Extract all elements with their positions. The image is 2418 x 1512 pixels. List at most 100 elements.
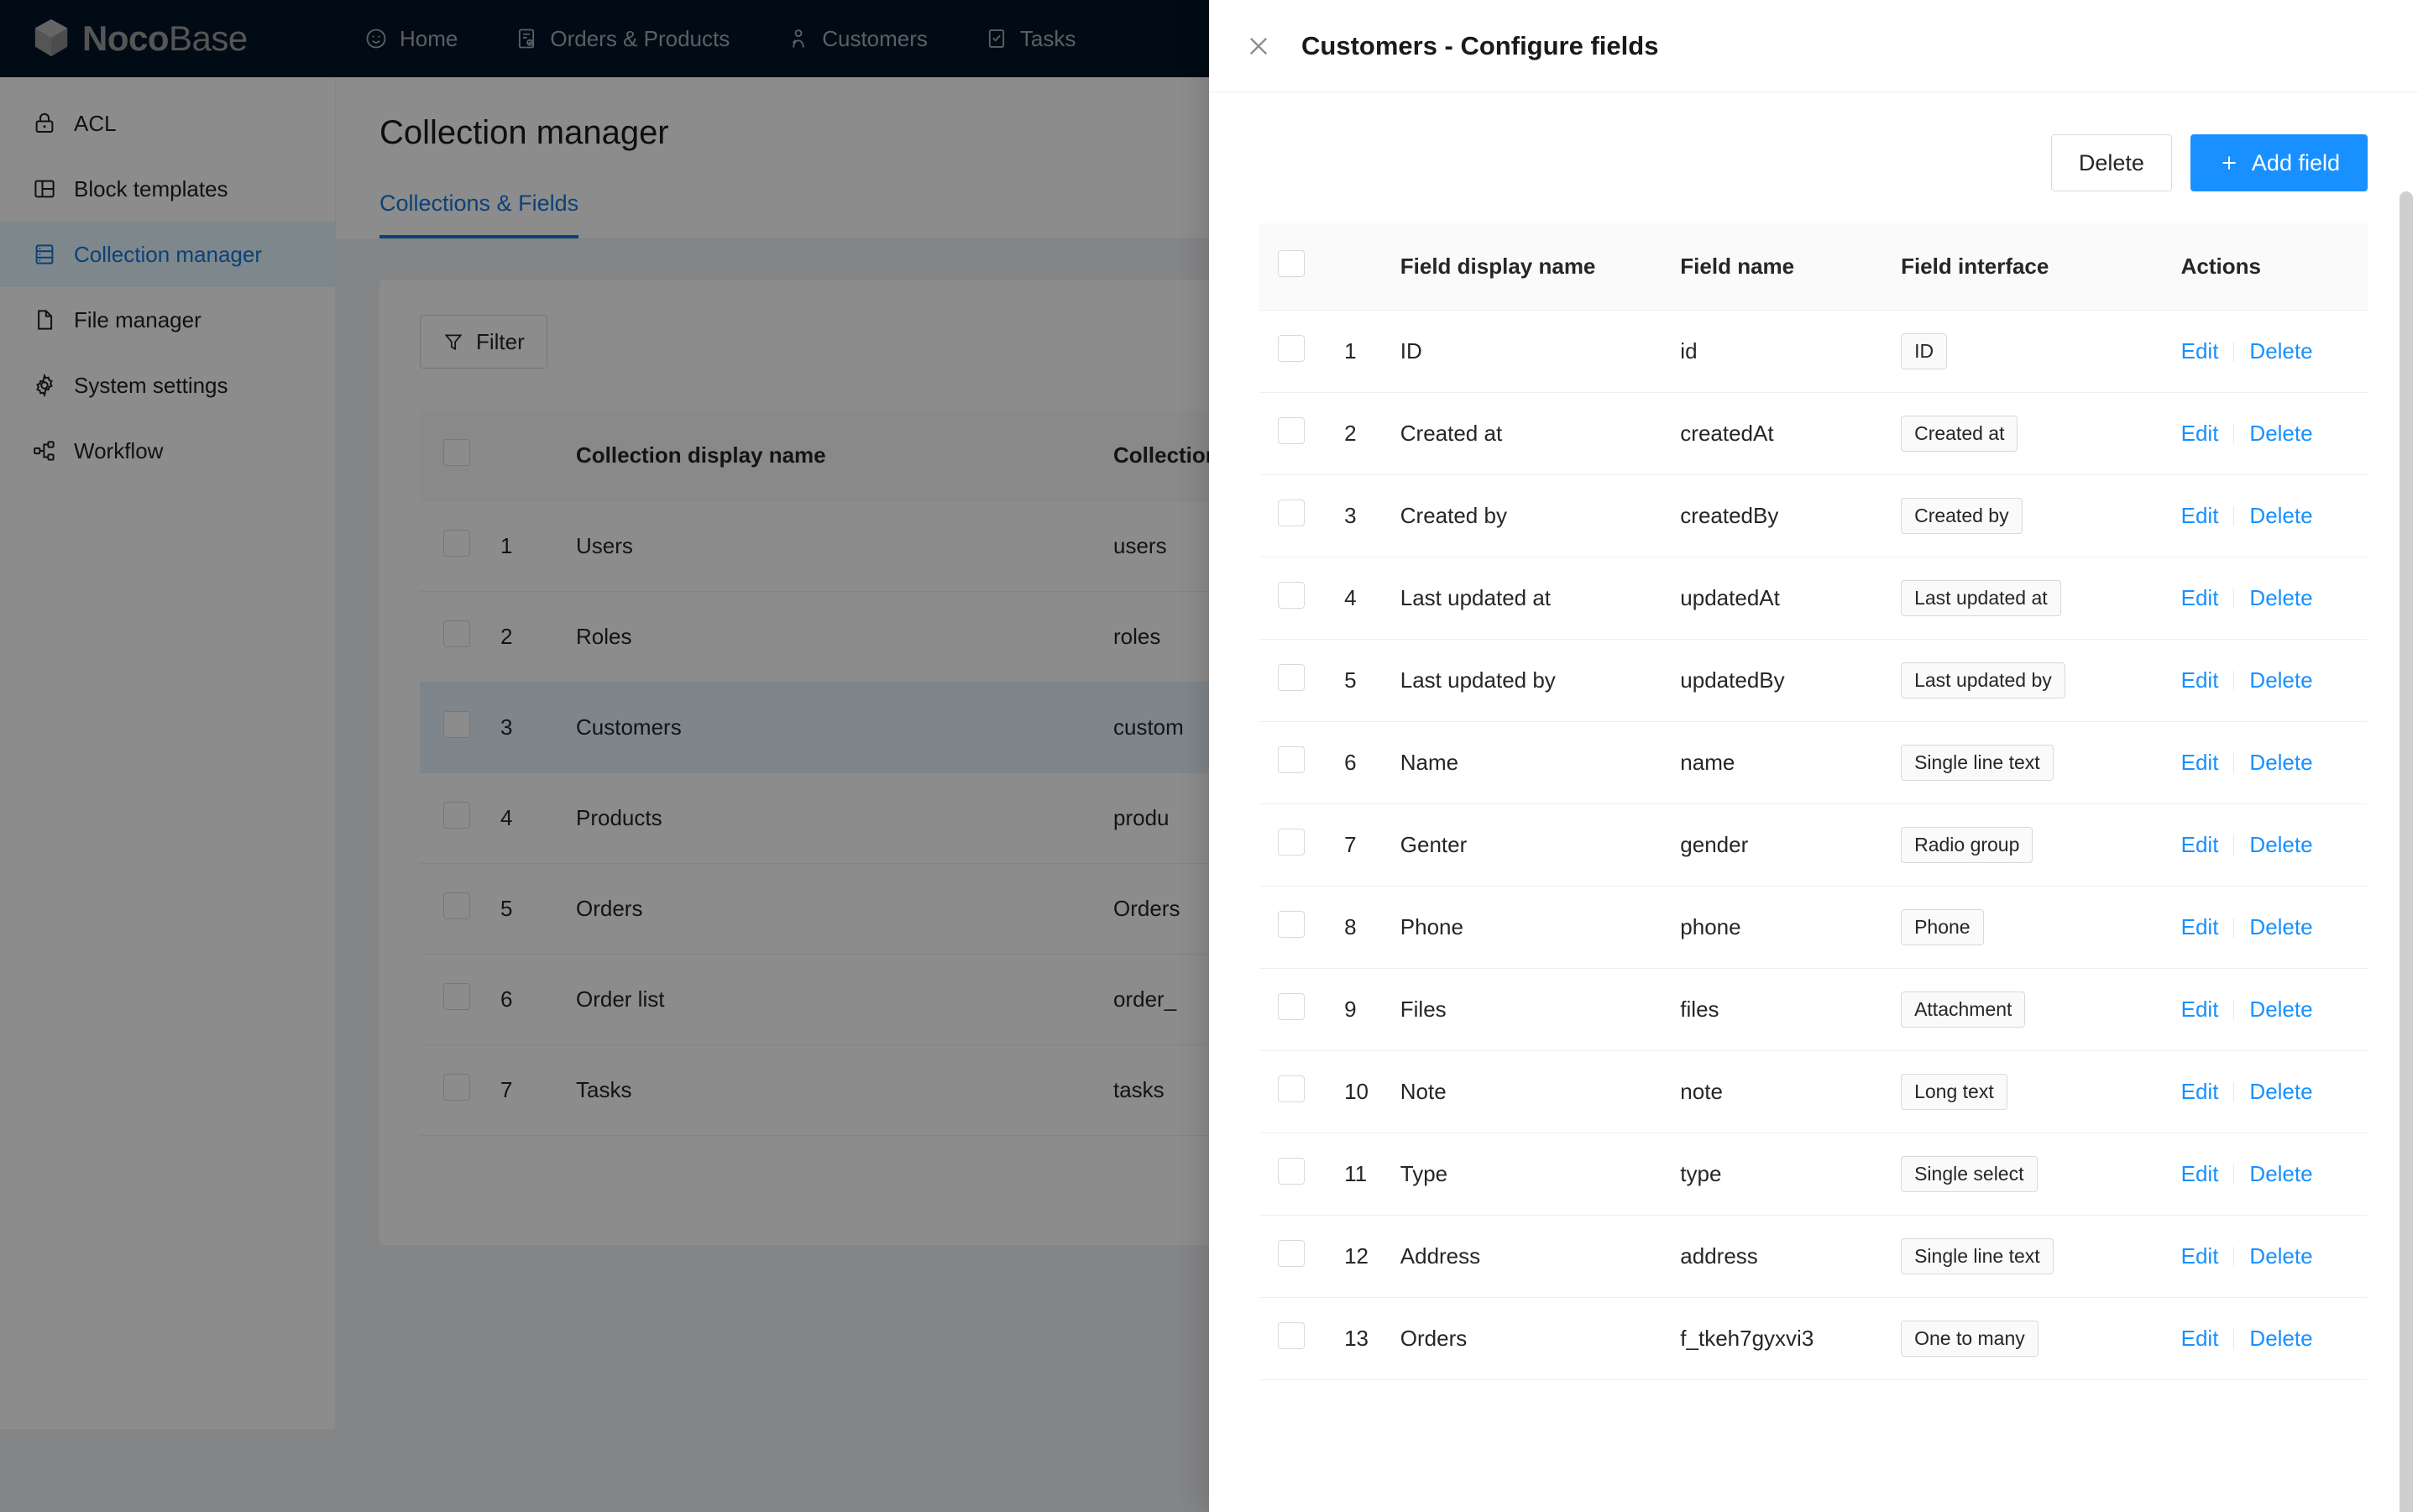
field-row-display-name: Created by: [1400, 475, 1681, 557]
table-row[interactable]: 10NotenoteLong textEditDelete: [1259, 1051, 2368, 1133]
field-row-index: 9: [1344, 969, 1400, 1051]
table-row[interactable]: 9FilesfilesAttachmentEditDelete: [1259, 969, 2368, 1051]
field-row-display-name: Note: [1400, 1051, 1681, 1133]
field-row-actions: Edit Delete: [2181, 887, 2368, 969]
field-row-select-cell: [1259, 557, 1344, 640]
field-row-checkbox[interactable]: [1278, 746, 1305, 773]
field-row-interface-cell: Single select: [1901, 1133, 2181, 1216]
field-row-checkbox[interactable]: [1278, 582, 1305, 609]
edit-link[interactable]: Edit: [2181, 338, 2219, 364]
field-row-interface-cell: Created by: [1901, 475, 2181, 557]
delete-link[interactable]: Delete: [2249, 1079, 2312, 1104]
field-row-field-name: name: [1680, 722, 1901, 804]
table-row[interactable]: 7GentergenderRadio groupEditDelete: [1259, 804, 2368, 887]
table-row[interactable]: 3Created bycreatedByCreated byEditDelete: [1259, 475, 2368, 557]
edit-link[interactable]: Edit: [2181, 503, 2219, 528]
fields-index-header: [1344, 223, 1400, 311]
field-row-interface-cell: Attachment: [1901, 969, 2181, 1051]
field-row-actions: Edit Delete: [2181, 393, 2368, 475]
edit-link[interactable]: Edit: [2181, 1243, 2219, 1269]
edit-link[interactable]: Edit: [2181, 421, 2219, 446]
table-row[interactable]: 11TypetypeSingle selectEditDelete: [1259, 1133, 2368, 1216]
action-separator: [2233, 1247, 2234, 1267]
field-row-select-cell: [1259, 887, 1344, 969]
field-row-select-cell: [1259, 1216, 1344, 1298]
edit-link[interactable]: Edit: [2181, 667, 2219, 693]
field-interface-tag: Last updated by: [1901, 662, 2065, 698]
field-row-checkbox[interactable]: [1278, 500, 1305, 526]
delete-link[interactable]: Delete: [2249, 914, 2312, 939]
add-field-button[interactable]: Add field: [2190, 134, 2368, 191]
field-row-field-name: id: [1680, 311, 1901, 393]
table-row[interactable]: 12AddressaddressSingle line textEditDele…: [1259, 1216, 2368, 1298]
delete-link[interactable]: Delete: [2249, 1161, 2312, 1186]
field-row-interface-cell: One to many: [1901, 1298, 2181, 1380]
field-row-checkbox[interactable]: [1278, 664, 1305, 691]
edit-link[interactable]: Edit: [2181, 914, 2219, 939]
delete-link[interactable]: Delete: [2249, 585, 2312, 610]
field-row-actions: Edit Delete: [2181, 1216, 2368, 1298]
edit-link[interactable]: Edit: [2181, 997, 2219, 1022]
field-row-display-name: Last updated by: [1400, 640, 1681, 722]
delete-link[interactable]: Delete: [2249, 1326, 2312, 1351]
edit-link[interactable]: Edit: [2181, 750, 2219, 775]
action-separator: [2233, 835, 2234, 855]
table-row[interactable]: 4Last updated atupdatedAtLast updated at…: [1259, 557, 2368, 640]
field-row-checkbox[interactable]: [1278, 1240, 1305, 1267]
drawer-scrollbar[interactable]: [2400, 191, 2413, 1512]
table-row[interactable]: 8PhonephonePhoneEditDelete: [1259, 887, 2368, 969]
field-interface-tag: Long text: [1901, 1074, 2007, 1110]
table-row[interactable]: 13Ordersf_tkeh7gyxvi3One to manyEditDele…: [1259, 1298, 2368, 1380]
close-icon[interactable]: [1244, 32, 1273, 60]
field-row-select-cell: [1259, 722, 1344, 804]
edit-link[interactable]: Edit: [2181, 832, 2219, 857]
add-field-button-label: Add field: [2252, 150, 2340, 176]
delete-link[interactable]: Delete: [2249, 338, 2312, 364]
delete-link[interactable]: Delete: [2249, 421, 2312, 446]
edit-link[interactable]: Edit: [2181, 1326, 2219, 1351]
field-row-interface-cell: Long text: [1901, 1051, 2181, 1133]
field-row-field-name: f_tkeh7gyxvi3: [1680, 1298, 1901, 1380]
field-row-field-name: createdAt: [1680, 393, 1901, 475]
fields-select-all-checkbox[interactable]: [1278, 250, 1305, 277]
field-row-index: 12: [1344, 1216, 1400, 1298]
field-row-checkbox[interactable]: [1278, 335, 1305, 362]
field-row-select-cell: [1259, 393, 1344, 475]
field-row-checkbox[interactable]: [1278, 829, 1305, 855]
field-actions-header: Actions: [2181, 223, 2368, 311]
delete-link[interactable]: Delete: [2249, 997, 2312, 1022]
field-row-checkbox[interactable]: [1278, 1075, 1305, 1102]
field-row-index: 4: [1344, 557, 1400, 640]
edit-link[interactable]: Edit: [2181, 1079, 2219, 1104]
table-row[interactable]: 6NamenameSingle line textEditDelete: [1259, 722, 2368, 804]
delete-link[interactable]: Delete: [2249, 832, 2312, 857]
field-name-header: Field name: [1680, 223, 1901, 311]
edit-link[interactable]: Edit: [2181, 1161, 2219, 1186]
field-row-select-cell: [1259, 1133, 1344, 1216]
field-row-interface-cell: Single line text: [1901, 1216, 2181, 1298]
field-row-checkbox[interactable]: [1278, 1158, 1305, 1185]
field-row-display-name: Last updated at: [1400, 557, 1681, 640]
field-row-checkbox[interactable]: [1278, 993, 1305, 1020]
delete-link[interactable]: Delete: [2249, 1243, 2312, 1269]
delete-link[interactable]: Delete: [2249, 503, 2312, 528]
action-separator: [2233, 1164, 2234, 1185]
field-row-checkbox[interactable]: [1278, 417, 1305, 444]
field-row-actions: Edit Delete: [2181, 1133, 2368, 1216]
table-row[interactable]: 2Created atcreatedAtCreated atEditDelete: [1259, 393, 2368, 475]
field-interface-tag: Single line text: [1901, 745, 2054, 781]
delete-button[interactable]: Delete: [2051, 134, 2172, 191]
field-row-index: 8: [1344, 887, 1400, 969]
field-row-interface-cell: ID: [1901, 311, 2181, 393]
field-row-select-cell: [1259, 1298, 1344, 1380]
field-row-actions: Edit Delete: [2181, 969, 2368, 1051]
edit-link[interactable]: Edit: [2181, 585, 2219, 610]
field-row-display-name: Name: [1400, 722, 1681, 804]
delete-link[interactable]: Delete: [2249, 750, 2312, 775]
field-row-checkbox[interactable]: [1278, 911, 1305, 938]
delete-link[interactable]: Delete: [2249, 667, 2312, 693]
field-interface-tag: Radio group: [1901, 827, 2033, 863]
table-row[interactable]: 5Last updated byupdatedByLast updated by…: [1259, 640, 2368, 722]
table-row[interactable]: 1IDidIDEditDelete: [1259, 311, 2368, 393]
field-row-checkbox[interactable]: [1278, 1322, 1305, 1349]
